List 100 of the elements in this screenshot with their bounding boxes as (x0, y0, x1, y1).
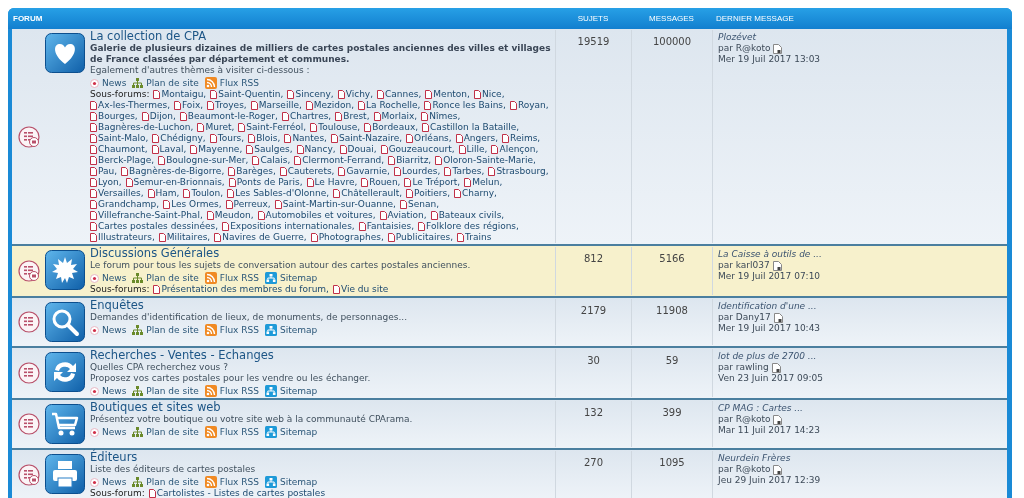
subforum-link[interactable]: Boulogne-sur-Mer, (158, 155, 249, 166)
subforum-link[interactable]: Perreux, (225, 199, 271, 210)
subforum-link[interactable]: Nîmes, (421, 111, 461, 122)
forum-title-link[interactable]: Discussions Générales (90, 247, 220, 260)
subforum-link[interactable]: Castillon la Bataille, (422, 122, 520, 133)
subforum-link[interactable]: Villefranche-Saint-Phal, (90, 210, 203, 221)
subforum-link[interactable]: Lyon, (90, 177, 122, 188)
subforum-link[interactable]: Trains (457, 232, 492, 243)
forum-title-link[interactable]: La collection de CPA (90, 30, 207, 43)
last-post-author[interactable]: par R@koto (718, 43, 771, 54)
subforum-link[interactable]: Alençon, (491, 144, 539, 155)
subforum-link[interactable]: Toulon, (183, 188, 224, 199)
forum-link[interactable]: Flux RSS (204, 476, 259, 488)
subforum-link[interactable]: Les Sables-d'Olonne, (227, 188, 330, 199)
subforum-link[interactable]: Blois, (248, 133, 281, 144)
subforum-link[interactable]: Troyes, (207, 100, 247, 111)
subforum-link[interactable]: Morlaix, (373, 111, 418, 122)
subforum-link[interactable]: Sinceny, (287, 89, 334, 100)
forum-title-link[interactable]: Recherches - Ventes - Echanges (90, 349, 274, 362)
forum-link[interactable]: Plan de site (132, 426, 199, 438)
subforum-link[interactable]: Menton, (425, 89, 470, 100)
subforum-link[interactable]: Grandchamp, (90, 199, 160, 210)
subforum-link[interactable]: Expositions internationales, (222, 221, 355, 232)
subforum-link[interactable]: Bourges, (90, 111, 138, 122)
forum-link[interactable]: Sitemap (264, 272, 318, 284)
subforum-link[interactable]: Le Tréport, (404, 177, 461, 188)
forum-link[interactable]: News (90, 77, 127, 89)
subforum-link[interactable]: Saint-Malo, (90, 133, 149, 144)
forum-link[interactable]: Plan de site (132, 324, 199, 336)
forum-link[interactable]: News (90, 476, 127, 488)
forum-link[interactable]: Plan de site (132, 385, 199, 397)
subforum-link[interactable]: Royan, (509, 100, 549, 111)
subforum-link[interactable]: La Rochelle, (358, 100, 421, 111)
subforum-link[interactable]: Laval, (151, 144, 187, 155)
subforum-link[interactable]: Gavarnie, (338, 166, 390, 177)
subforum-link[interactable]: Beaumont-le-Roger, (179, 111, 278, 122)
forum-link[interactable]: Sitemap (264, 324, 318, 336)
last-post-author[interactable]: par R@koto (718, 414, 771, 425)
subforum-link[interactable]: Orléans, (406, 133, 452, 144)
subforum-link[interactable]: Tarbes, (444, 166, 485, 177)
forum-link[interactable]: News (90, 426, 127, 438)
subforum-link[interactable]: Folklore des régions, (418, 221, 519, 232)
subforum-link[interactable]: Automobiles et voitures, (257, 210, 376, 221)
subforum-link[interactable]: Poitiers, (406, 188, 450, 199)
subforum-link[interactable]: Bateaux civils, (430, 210, 505, 221)
forum-title-link[interactable]: Éditeurs (90, 451, 138, 464)
subforum-link[interactable]: Publicitaires, (387, 232, 454, 243)
forum-link[interactable]: Flux RSS (204, 426, 259, 438)
subforum-link[interactable]: Pau, (90, 166, 118, 177)
last-post-title-link[interactable]: Identification d'une ... (718, 301, 817, 312)
subforum-link[interactable]: Saint-Nazaire, (330, 133, 403, 144)
forum-link[interactable]: News (90, 385, 127, 397)
subforum-link[interactable]: Rouen, (361, 177, 401, 188)
subforum-link[interactable]: Meudon, (206, 210, 254, 221)
forum-link[interactable]: Plan de site (132, 272, 199, 284)
subforum-link[interactable]: Photographes, (310, 232, 384, 243)
subforum-link[interactable]: Bordeaux, (364, 122, 419, 133)
last-post-author[interactable]: par rawling (718, 362, 769, 373)
subforum-link[interactable]: Mayenne, (190, 144, 243, 155)
subforum-link[interactable]: Saint-Ferréol, (238, 122, 307, 133)
subforum-link[interactable]: Douai, (339, 144, 377, 155)
last-post-title-link[interactable]: Plozévet (718, 32, 757, 43)
forum-link[interactable]: Flux RSS (204, 77, 259, 89)
subforum-link[interactable]: Présentation des membres du forum, (153, 284, 329, 295)
subforum-link[interactable]: Bagnères-de-Bigorre, (121, 166, 225, 177)
forum-title-link[interactable]: Enquêtes (90, 299, 144, 312)
subforum-link[interactable]: Chartres, (281, 111, 332, 122)
subforum-link[interactable]: Ham, (147, 188, 180, 199)
subforum-link[interactable]: Oloron-Sainte-Marie, (435, 155, 536, 166)
subforum-link[interactable]: Saint-Martin-sur-Ouanne, (274, 199, 396, 210)
subforum-link[interactable]: Ponts de Paris, (228, 177, 303, 188)
subforum-link[interactable]: Calais, (252, 155, 291, 166)
subforum-link[interactable]: Senan, (400, 199, 440, 210)
forum-link[interactable]: Plan de site (132, 476, 199, 488)
subforum-link[interactable]: Cauterets, (279, 166, 335, 177)
subforum-link[interactable]: Illustrateurs, (90, 232, 155, 243)
subforum-link[interactable]: Saint-Quentin, (210, 89, 284, 100)
subforum-link[interactable]: Militaires, (158, 232, 211, 243)
subforum-link[interactable]: Charny, (454, 188, 497, 199)
subforum-link[interactable]: Montaigu, (153, 89, 207, 100)
forum-link[interactable]: Plan de site (132, 77, 199, 89)
forum-link[interactable]: Flux RSS (204, 385, 259, 397)
forum-link[interactable]: Sitemap (264, 476, 318, 488)
subforum-link[interactable]: Lourdes, (393, 166, 441, 177)
subforum-link[interactable]: Saulges, (246, 144, 293, 155)
subforum-link[interactable]: Biarritz, (388, 155, 432, 166)
subforum-link[interactable]: Chédigny, (152, 133, 206, 144)
last-post-author[interactable]: par Dany17 (718, 312, 771, 323)
forum-link[interactable]: Sitemap (264, 426, 318, 438)
last-post-author[interactable]: par karl037 (718, 260, 770, 271)
subforum-link[interactable]: Aviation, (379, 210, 427, 221)
subforum-link[interactable]: Ax-les-Thermes, (90, 100, 170, 111)
subforum-link[interactable]: Tours, (209, 133, 245, 144)
view-post-icon[interactable] (771, 362, 781, 373)
subforum-link[interactable]: Fantaisies, (358, 221, 415, 232)
subforum-link[interactable]: Dijon, (141, 111, 176, 122)
subforum-link[interactable]: Vie du site (333, 284, 389, 295)
forum-link[interactable]: News (90, 324, 127, 336)
subforum-link[interactable]: Châtellerault, (333, 188, 403, 199)
subforum-link[interactable]: Angers, (455, 133, 499, 144)
